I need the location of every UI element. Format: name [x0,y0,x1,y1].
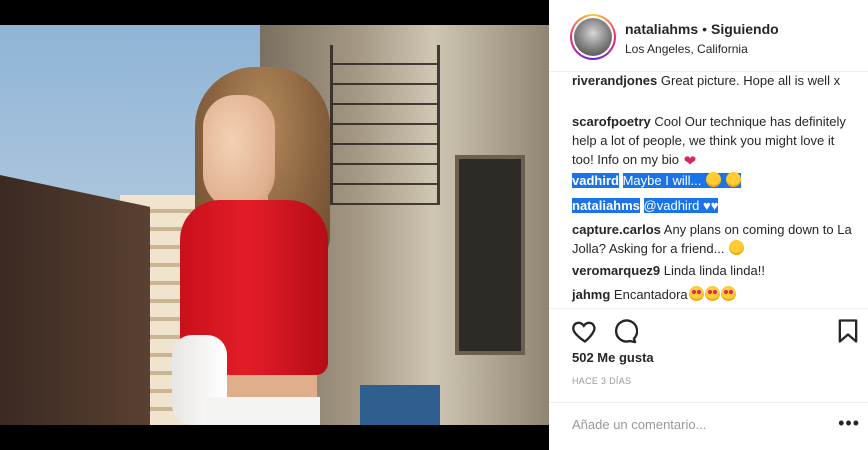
sweat-smile-emoji-icon [729,240,745,255]
post-side-panel: nataliahms • Siguiendo Los Angeles, Califo… [549,0,868,450]
person-face [203,95,275,210]
post-photo[interactable] [0,0,549,450]
comment-username[interactable]: nataliahms [572,198,640,213]
person-pants [205,397,320,425]
likes-count[interactable]: 502 Me gusta [572,350,654,365]
comment-text: Linda linda linda!! [663,263,765,278]
comment-username[interactable]: vadhird [572,173,619,188]
comment-text: Encantadora [613,287,688,302]
comment-text: Great picture. Hope all is well x [660,73,841,88]
comment-item: veromarquez9 Linda linda linda!! [572,261,852,280]
fire-escape [330,45,440,205]
post-timestamp[interactable]: HACE 3 DÍAS [572,376,631,386]
comment-item: riverandjones Great picture. Hope all is… [572,72,852,90]
avatar-image [574,18,612,56]
comments-list[interactable]: riverandjones Great picture. Hope all is… [549,72,868,308]
bookmark-icon[interactable] [834,317,862,345]
comment-item: jahmg Encantadora [572,285,852,304]
header-user-line: nataliahms • Siguiendo [625,21,779,37]
comment-item: vadhird Maybe I will... [572,171,852,190]
heart-eyes-emoji-icon [704,286,720,301]
comment-text: Maybe I will... [622,173,702,188]
heart-emoji-icon: ❤ [683,153,697,170]
location-link[interactable]: Los Angeles, California [625,42,748,56]
post-header: nataliahms • Siguiendo Los Angeles, Califo… [549,0,868,72]
smile-emoji-icon [705,172,721,187]
comment-item: nataliahms @vadhird ♥♥ [572,196,852,215]
heart-eyes-emoji-icon [688,286,704,301]
comment-username[interactable]: veromarquez9 [572,263,660,278]
comment-username[interactable]: scarofpoetry [572,114,651,129]
more-options-icon[interactable]: ••• [838,413,860,434]
avatar[interactable] [570,14,616,60]
comment-text: @vadhird ♥♥ [643,198,719,213]
building-left [0,175,150,425]
header-separator: • [702,21,708,37]
heart-eyes-emoji-icon [720,286,736,301]
comment-icon[interactable] [610,317,638,345]
blue-box [360,385,440,425]
comment-item: capture.carlos Any plans on coming down … [572,220,852,258]
comment-username[interactable]: jahmg [572,287,610,302]
heart-icon[interactable] [571,317,599,345]
header-username[interactable]: nataliahms [625,21,698,37]
smile-emoji-icon [725,172,741,187]
add-comment-bar: Añade un comentario... ••• [549,402,868,450]
comment-username[interactable]: capture.carlos [572,222,661,237]
add-comment-input[interactable]: Añade un comentario... [572,417,706,432]
comment-username[interactable]: riverandjones [572,73,657,88]
post-image[interactable] [0,25,549,425]
comment-item: scarofpoetry Cool Our technique has defi… [572,112,852,169]
following-button[interactable]: Siguiendo [711,21,779,37]
action-bar [549,308,868,352]
building-window [455,155,525,355]
